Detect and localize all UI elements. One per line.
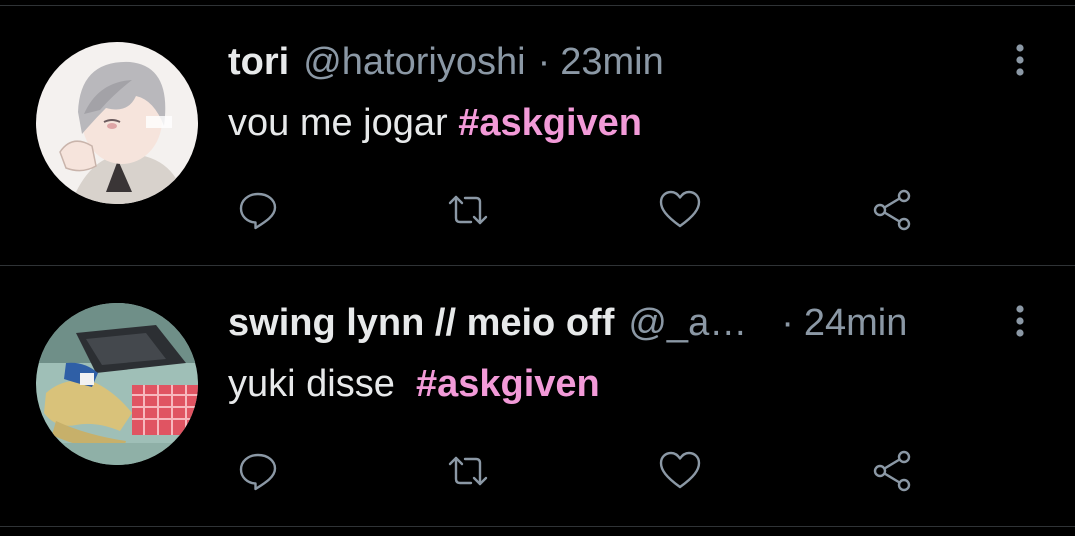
more-options-button[interactable] — [1008, 40, 1032, 80]
hashtag-link[interactable]: #askgiven — [458, 102, 642, 144]
retweet-icon — [448, 456, 488, 486]
tweet-actions — [0, 441, 1075, 501]
display-name[interactable]: swing lynn // meio off — [228, 301, 614, 345]
separator-dot: · — [781, 302, 794, 344]
share-icon — [873, 189, 911, 231]
tweet-text: yuki disse #askgiven — [228, 361, 600, 407]
separator-dot: · — [537, 41, 551, 83]
user-handle[interactable]: @_a… — [628, 301, 747, 345]
display-name[interactable]: tori — [228, 40, 289, 84]
share-icon — [873, 450, 911, 492]
reply-icon — [239, 453, 277, 491]
like-button[interactable] — [654, 445, 706, 497]
retweet-icon — [448, 195, 488, 225]
tweet-time[interactable]: 23min — [560, 40, 664, 84]
share-button[interactable] — [866, 184, 918, 236]
tweet-item[interactable]: swing lynn // meio off @_a… · 24min yuki… — [0, 267, 1075, 527]
tweet-actions — [0, 180, 1075, 240]
reply-icon — [239, 192, 277, 230]
share-button[interactable] — [866, 445, 918, 497]
tweet-divider — [0, 265, 1075, 266]
reply-button[interactable] — [232, 184, 284, 236]
tweet-text-content: vou me jogar — [228, 102, 459, 144]
user-handle[interactable]: @hatoriyoshi — [303, 40, 525, 84]
tweet-item[interactable]: tori @hatoriyoshi · 23min vou me jogar #… — [0, 6, 1075, 266]
tweet-text-content: yuki disse — [228, 363, 416, 405]
like-button[interactable] — [654, 184, 706, 236]
more-options-button[interactable] — [1008, 301, 1032, 341]
retweet-button[interactable] — [442, 445, 494, 497]
vertical-dots-icon — [1016, 44, 1024, 76]
tweet-time[interactable]: 24min — [804, 301, 908, 345]
tweet-text: vou me jogar #askgiven — [228, 100, 642, 146]
heart-icon — [659, 451, 701, 489]
heart-icon — [659, 190, 701, 228]
hashtag-link[interactable]: #askgiven — [416, 363, 600, 405]
tweet-header: swing lynn // meio off @_a… · 24min — [228, 301, 907, 345]
tweet-header: tori @hatoriyoshi · 23min — [228, 40, 664, 84]
tweet-divider — [0, 526, 1075, 527]
reply-button[interactable] — [232, 445, 284, 497]
vertical-dots-icon — [1016, 305, 1024, 337]
retweet-button[interactable] — [442, 184, 494, 236]
